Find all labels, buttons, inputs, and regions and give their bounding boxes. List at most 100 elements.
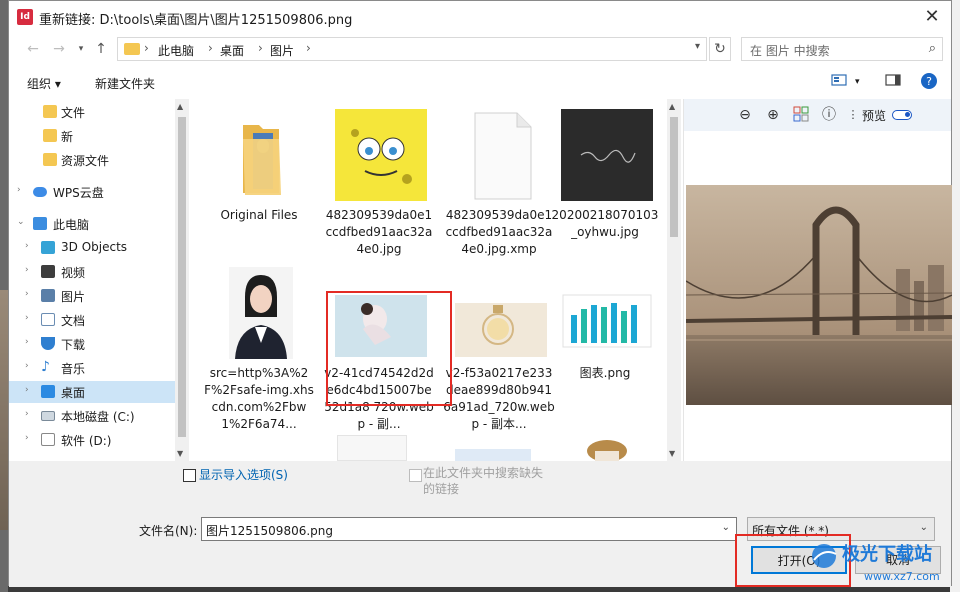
computer-icon	[33, 217, 47, 230]
filename-input[interactable]: 图片1251509806.png ⌄	[201, 517, 737, 541]
sidebar-item-wps-cloud[interactable]: › WPS云盘	[9, 181, 175, 203]
sidebar-item-music[interactable]: › ♪ 音乐	[9, 357, 175, 379]
more-options-icon[interactable]: ⋮	[844, 106, 862, 124]
sidebar-item-label: 本地磁盘 (C:)	[61, 410, 135, 424]
chevron-right-icon[interactable]: ›	[25, 265, 29, 275]
info-icon[interactable]: ⓘ	[820, 106, 838, 124]
preview-toggle[interactable]	[892, 110, 912, 120]
breadcrumb-separator-icon[interactable]: ›	[306, 41, 311, 55]
sidebar-item-documents[interactable]: › 文档	[9, 309, 175, 331]
cube-icon	[41, 241, 55, 254]
sidebar-scroll-thumb[interactable]	[178, 117, 186, 437]
chevron-right-icon[interactable]: ›	[25, 409, 29, 419]
file-tile-webp-perfume[interactable]: v2-f53a0217e233deae899d80b9416a91ad_720w…	[443, 261, 555, 431]
sidebar-item-desktop[interactable]: › 桌面	[9, 381, 175, 403]
file-tile-dark-jpg[interactable]: 20200218070103_oyhwu.jpg	[549, 103, 661, 261]
help-icon[interactable]: ?	[921, 73, 937, 91]
command-bar: 组织 ▾ 新建文件夹 ▾ ?	[9, 67, 951, 97]
search-missing-links-checkbox[interactable]	[409, 469, 422, 482]
breadcrumb-desktop[interactable]: 桌面	[220, 42, 244, 59]
search-icon: ⌕	[928, 41, 936, 56]
zoom-in-icon[interactable]: ⊕	[764, 106, 782, 124]
sidebar-item-this-pc[interactable]: ⌄ 此电脑	[9, 213, 175, 235]
refresh-icon[interactable]: ↻	[709, 37, 731, 61]
sidebar-item-3d-objects[interactable]: › 3D Objects	[9, 237, 175, 259]
sidebar-item-pictures[interactable]: › 图片	[9, 285, 175, 307]
back-arrow-icon[interactable]: ←	[23, 39, 43, 59]
close-button[interactable]: ✕	[919, 5, 945, 29]
sidebar-item-drive-c[interactable]: › 本地磁盘 (C:)	[9, 405, 175, 427]
preview-image	[686, 185, 952, 405]
chevron-right-icon[interactable]: ›	[25, 433, 29, 443]
breadcrumb-separator-icon[interactable]: ›	[208, 41, 213, 55]
show-import-checkbox[interactable]	[183, 469, 196, 482]
sidebar-scrollbar[interactable]: ▲ ▼	[175, 99, 189, 461]
show-import-options-label[interactable]: 显示导入选项(S)	[199, 466, 288, 483]
file-name: 482309539da0e1ccdfbed91aac32a4e0.jpg	[325, 208, 433, 256]
breadcrumb-pictures[interactable]: 图片	[270, 42, 294, 59]
new-folder-button[interactable]: 新建文件夹	[95, 75, 155, 92]
sidebar-item-label: 软件 (D:)	[61, 434, 112, 448]
chevron-right-icon[interactable]: ›	[17, 185, 21, 195]
file-list-scrollbar[interactable]: ▲ ▼	[667, 99, 681, 461]
preview-pane-icon[interactable]	[885, 73, 901, 91]
image-thumbnail	[229, 267, 293, 359]
scroll-down-arrow-icon[interactable]: ▼	[177, 449, 183, 458]
breadcrumb-this-pc[interactable]: 此电脑	[158, 42, 194, 59]
chevron-down-icon[interactable]: ⌄	[17, 217, 25, 227]
recent-locations-chevron-icon[interactable]: ▾	[71, 39, 91, 59]
search-placeholder: 在 图片 中搜索	[750, 44, 830, 58]
chevron-right-icon[interactable]: ›	[25, 361, 29, 371]
view-options-icon[interactable]	[831, 73, 847, 91]
file-tile-xmp[interactable]: 482309539da0e1ccdfbed91aac32a4e0.jpg.xmp	[443, 103, 555, 261]
scroll-up-arrow-icon[interactable]: ▲	[669, 102, 675, 111]
file-tile-portrait[interactable]: src=http%3A%2F%2Fsafe-img.xhscdn.com%2Fb…	[203, 261, 315, 431]
filetype-dropdown-icon[interactable]: ⌄	[920, 522, 928, 533]
view-options-dropdown-icon[interactable]: ▾	[855, 73, 860, 91]
file-tile-original-files[interactable]: Original Files	[203, 103, 315, 261]
sidebar-item-resources[interactable]: 资源文件	[9, 149, 175, 171]
breadcrumb-separator-icon[interactable]: ›	[144, 41, 149, 55]
chevron-right-icon[interactable]: ›	[25, 337, 29, 347]
sidebar-item-label: 图片	[61, 290, 86, 304]
chevron-right-icon[interactable]: ›	[25, 241, 29, 251]
background-window-left	[0, 0, 8, 592]
sidebar-item-new[interactable]: 新	[9, 125, 175, 147]
image-thumbnail	[335, 109, 427, 201]
zoom-out-icon[interactable]: ⊖	[736, 106, 754, 124]
sidebar-item-drive-d[interactable]: › 软件 (D:)	[9, 429, 175, 451]
folder-icon	[43, 153, 57, 166]
sidebar-item-files[interactable]: 文件	[9, 101, 175, 123]
address-dropdown-icon[interactable]: ▾	[695, 41, 700, 52]
address-bar[interactable]: › 此电脑 › 桌面 › 图片 › ▾	[117, 37, 707, 61]
document-icon	[41, 313, 55, 326]
sidebar-item-label: 新	[61, 130, 74, 144]
scroll-up-arrow-icon[interactable]: ▲	[177, 102, 183, 111]
file-tile-partial[interactable]	[455, 449, 531, 461]
file-tile-jpg[interactable]: 482309539da0e1ccdfbed91aac32a4e0.jpg	[323, 103, 435, 261]
forward-arrow-icon[interactable]: →	[49, 39, 69, 59]
filename-dropdown-icon[interactable]: ⌄	[722, 522, 730, 533]
file-name: Original Files	[220, 208, 298, 222]
chevron-right-icon[interactable]: ›	[25, 313, 29, 323]
scroll-down-arrow-icon[interactable]: ▼	[669, 449, 675, 458]
site-watermark: 极光下载站 www.xz7.com	[806, 538, 952, 588]
folder-icon	[43, 129, 57, 142]
file-tile-partial[interactable]	[337, 435, 407, 461]
sidebar-item-downloads[interactable]: › 下载	[9, 333, 175, 355]
organize-menu[interactable]: 组织 ▾	[27, 75, 61, 92]
search-box[interactable]: 在 图片 中搜索 ⌕	[741, 37, 943, 61]
preview-toolbar: ⊖ ⊕ ⓘ ⋮ 预览	[684, 99, 951, 131]
file-name: 20200218070103_oyhwu.jpg	[551, 208, 659, 239]
chevron-right-icon[interactable]: ›	[25, 385, 29, 395]
up-arrow-icon[interactable]: ↑	[91, 39, 111, 59]
chevron-right-icon[interactable]: ›	[25, 289, 29, 299]
sidebar-item-videos[interactable]: › 视频	[9, 261, 175, 283]
file-name: v2-f53a0217e233deae899d80b9416a91ad_720w…	[443, 366, 555, 431]
grid-view-icon[interactable]	[792, 106, 810, 124]
file-tile-partial[interactable]	[561, 433, 653, 461]
file-tile-chart-png[interactable]: 图表.png	[549, 261, 661, 419]
file-list-scroll-thumb[interactable]	[670, 117, 678, 237]
folder-icon	[43, 105, 57, 118]
breadcrumb-separator-icon[interactable]: ›	[258, 41, 263, 55]
